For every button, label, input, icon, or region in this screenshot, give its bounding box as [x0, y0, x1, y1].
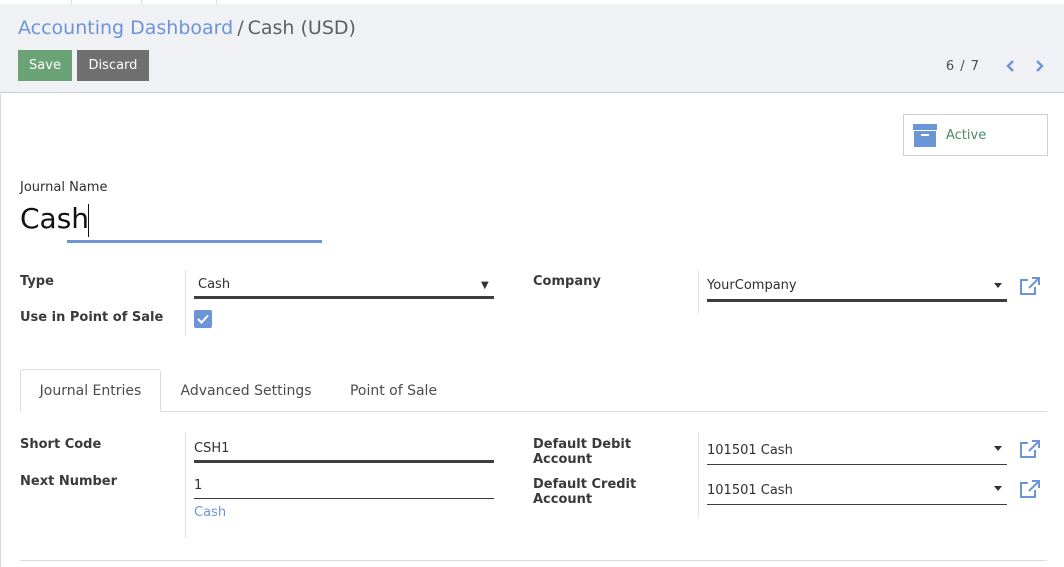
credit-external-link-icon[interactable] [1019, 479, 1041, 499]
control-panel: Accounting Dashboard / Cash (USD) Save Dis… [0, 4, 1064, 93]
company-label: Company [533, 274, 601, 289]
chevron-right-icon [1036, 60, 1044, 72]
credit-dropdown-arrow-icon[interactable] [994, 486, 1002, 491]
next-number-label: Next Number [20, 474, 118, 489]
next-number-underline [194, 498, 494, 499]
sequence-link[interactable]: Cash [194, 505, 226, 520]
debit-external-link-icon[interactable] [1019, 439, 1041, 459]
active-toggle-button[interactable]: Active [903, 114, 1048, 156]
type-dropdown-arrow-icon[interactable]: ▼ [481, 280, 489, 291]
pager-previous-button[interactable] [1000, 56, 1022, 76]
field-divider [185, 270, 186, 336]
next-number-input[interactable]: 1 [194, 478, 202, 493]
type-select[interactable]: Cash [198, 277, 230, 292]
save-button[interactable]: Save [18, 50, 72, 81]
breadcrumb-parent-link[interactable]: Accounting Dashboard [18, 17, 233, 39]
default-debit-account-select[interactable]: 101501 Cash [707, 443, 793, 458]
default-debit-account-label: Default Debit Account [533, 437, 632, 467]
text-cursor [88, 204, 89, 237]
tab-advanced-settings[interactable]: Advanced Settings [173, 369, 319, 412]
field-divider [185, 432, 186, 538]
form-sheet: Active Journal Name Cash Type Cash ▼ Use… [0, 94, 1064, 567]
discard-button[interactable]: Discard [77, 50, 149, 81]
company-dropdown-arrow-icon[interactable] [994, 283, 1002, 288]
tab-journal-entries[interactable]: Journal Entries [20, 369, 161, 412]
credit-underline [707, 504, 1007, 505]
breadcrumb-current: Cash (USD) [247, 17, 356, 39]
journal-name-input[interactable]: Cash [20, 202, 89, 235]
type-label: Type [20, 274, 54, 289]
debit-dropdown-arrow-icon[interactable] [994, 446, 1002, 451]
tab-point-of-sale[interactable]: Point of Sale [336, 369, 451, 412]
short-code-input[interactable]: CSH1 [194, 441, 229, 456]
pager-next-button[interactable] [1028, 56, 1050, 76]
default-credit-account-label: Default Credit Account [533, 477, 637, 507]
use-in-pos-label: Use in Point of Sale [20, 310, 164, 325]
pager-value[interactable]: 6 / 7 [946, 59, 980, 74]
default-credit-account-select[interactable]: 101501 Cash [707, 483, 793, 498]
company-underline [707, 299, 1007, 302]
short-code-underline [194, 460, 494, 463]
archive-icon [913, 123, 937, 147]
section-divider [20, 560, 1047, 561]
field-divider [698, 432, 699, 518]
pager: 6 / 7 [946, 56, 1050, 76]
type-underline [194, 296, 494, 299]
journal-name-label: Journal Name [20, 180, 108, 195]
company-select[interactable]: YourCompany [707, 278, 797, 293]
chevron-left-icon [1006, 60, 1014, 72]
breadcrumb: Accounting Dashboard / Cash (USD) [18, 17, 356, 39]
field-divider [698, 270, 699, 314]
use-in-pos-checkbox[interactable] [194, 310, 212, 328]
debit-underline [707, 464, 1007, 465]
checkmark-icon [197, 314, 209, 324]
breadcrumb-separator: / [237, 17, 244, 39]
journal-name-underline [67, 240, 322, 243]
short-code-label: Short Code [20, 437, 102, 452]
company-external-link-icon[interactable] [1019, 276, 1041, 296]
active-label: Active [946, 127, 987, 143]
